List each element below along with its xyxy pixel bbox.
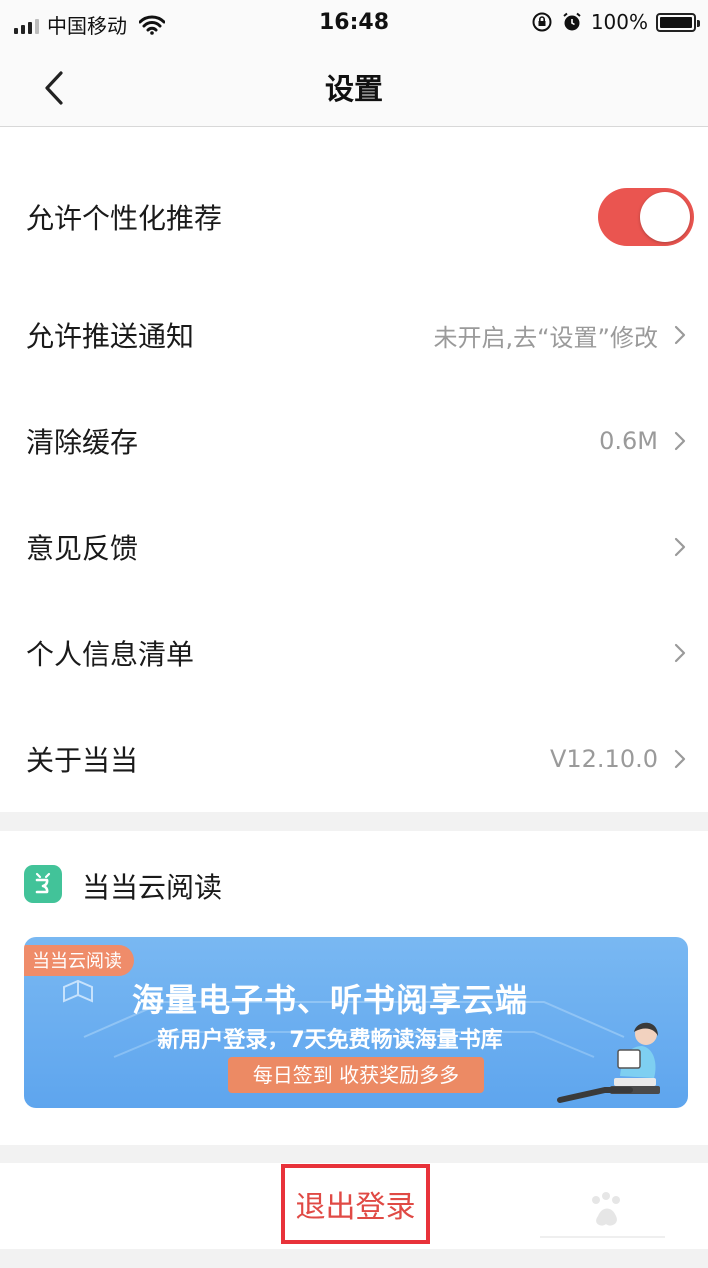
reading-person-illustration	[557, 1022, 660, 1103]
chevron-right-icon	[672, 641, 688, 665]
banner-cta-button[interactable]: 每日签到 收获奖励多多	[228, 1057, 484, 1093]
setting-label: 允许推送通知	[26, 320, 195, 353]
chevron-right-icon	[672, 429, 688, 453]
cloud-reading-section: 当当云阅读 当当云阅读 海量电子书、听书阅享云端 新用户登录，7天免费畅读海量书…	[0, 831, 708, 1145]
battery-icon	[656, 12, 700, 32]
setting-label: 意见反馈	[26, 532, 139, 565]
rotation-lock-icon	[532, 12, 552, 32]
settings-list: 允许个性化推荐 允许推送通知 未开启,去“设置”修改 清除缓存 0.6M 意见反…	[0, 127, 708, 812]
watermark-logo-icon	[540, 1192, 665, 1238]
alarm-icon	[563, 12, 581, 31]
setting-row-personalized-recommendation: 允许个性化推荐	[0, 167, 708, 267]
chevron-right-icon	[672, 323, 688, 347]
cloud-reading-logo-icon	[24, 865, 62, 903]
cloud-reading-title: 当当云阅读	[82, 871, 223, 904]
status-right: 100%	[531, 10, 700, 34]
banner-headline: 海量电子书、听书阅享云端	[131, 981, 528, 1019]
setting-label: 关于当当	[26, 744, 139, 777]
setting-value: V12.10.0	[549, 745, 658, 773]
setting-row-about[interactable]: 关于当当 V12.10.0	[0, 709, 708, 809]
cloud-reading-banner[interactable]: 当当云阅读 海量电子书、听书阅享云端 新用户登录，7天免费畅读海量书库 每日签到…	[24, 937, 688, 1108]
setting-label: 个人信息清单	[26, 638, 195, 671]
chevron-right-icon	[672, 535, 688, 559]
setting-row-personal-info-list[interactable]: 个人信息清单	[0, 603, 708, 703]
setting-row-push-notifications[interactable]: 允许推送通知 未开启,去“设置”修改	[0, 285, 708, 385]
setting-value: 未开启,去“设置”修改	[433, 323, 659, 352]
personalized-recommendation-toggle[interactable]	[598, 188, 694, 246]
banner-tag: 当当云阅读	[24, 945, 134, 976]
setting-label: 允许个性化推荐	[26, 202, 223, 235]
setting-row-feedback[interactable]: 意见反馈	[0, 497, 708, 597]
back-button[interactable]	[30, 64, 78, 112]
logout-button[interactable]: 退出登录	[281, 1164, 430, 1244]
setting-value: 0.6M	[599, 427, 658, 455]
setting-row-clear-cache[interactable]: 清除缓存 0.6M	[0, 391, 708, 491]
battery-percent: 100%	[590, 10, 648, 34]
navigation-bar: 设置	[0, 50, 708, 127]
toggle-knob	[640, 192, 690, 242]
back-arrow-icon	[45, 71, 63, 105]
battery-level	[660, 16, 692, 28]
page-title: 设置	[324, 72, 383, 106]
status-bar: 中国移动 16:48 100%	[0, 0, 708, 50]
chevron-right-icon	[672, 747, 688, 771]
setting-label: 清除缓存	[26, 426, 139, 459]
